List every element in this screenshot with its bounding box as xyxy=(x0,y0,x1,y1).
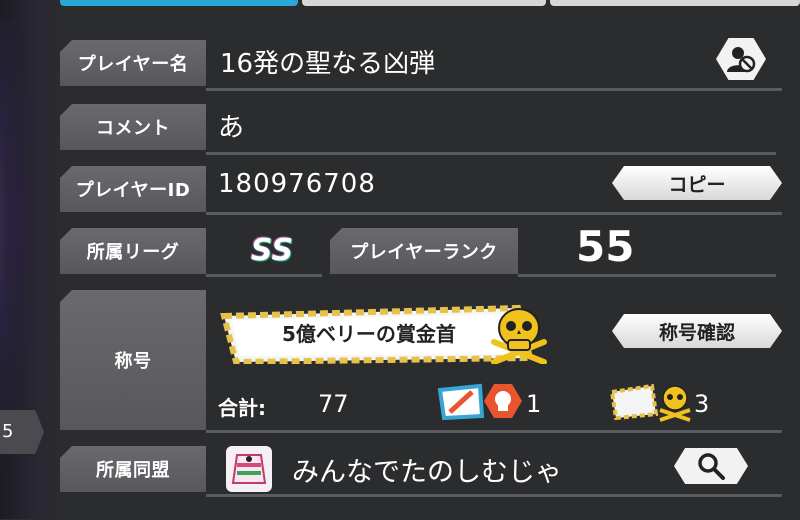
tab-active[interactable] xyxy=(60,0,298,6)
player-id-value: 180976708 xyxy=(218,169,376,199)
title-total-value: 77 xyxy=(318,390,349,418)
title-total-label: 合計: xyxy=(218,396,266,420)
copy-button[interactable]: コピー xyxy=(612,166,782,200)
player-id-label: プレイヤーID xyxy=(60,166,206,212)
divider xyxy=(206,152,776,155)
title-confirm-button[interactable]: 称号確認 xyxy=(612,314,782,348)
skull-icon xyxy=(491,308,547,364)
special-title-count: 1 xyxy=(526,390,542,418)
player-rank-label: プレイヤーランク xyxy=(330,228,518,274)
divider xyxy=(518,274,776,277)
divider xyxy=(206,494,782,497)
title-label: 称号 xyxy=(60,290,206,430)
player-name-label: プレイヤー名 xyxy=(60,40,206,86)
normal-title-count: 3 xyxy=(694,390,710,418)
alliance-search-button[interactable] xyxy=(674,448,748,484)
divider xyxy=(206,274,322,277)
alliance-label: 所属同盟 xyxy=(60,446,206,492)
special-title-badge-icon xyxy=(436,380,526,426)
league-badge: SS xyxy=(250,232,294,268)
normal-title-badge-icon xyxy=(608,380,694,426)
alliance-emblem-icon xyxy=(226,446,272,492)
league-label: 所属リーグ xyxy=(60,228,206,274)
alliance-value: みんなでたのしむじゃ xyxy=(292,457,562,488)
tab-second[interactable] xyxy=(302,0,546,6)
tab-third[interactable] xyxy=(550,0,800,6)
comment-label: コメント xyxy=(60,104,206,150)
divider xyxy=(206,88,782,91)
search-icon xyxy=(698,453,725,480)
current-title-banner[interactable]: 5億ベリーの賞金首 xyxy=(218,302,548,366)
player-name-value: 16発の聖なる凶弾 xyxy=(220,49,436,79)
divider xyxy=(206,430,782,433)
side-tab-number[interactable]: 5 xyxy=(0,410,44,454)
top-tabs xyxy=(60,0,800,8)
block-user-icon xyxy=(727,47,756,73)
block-user-button[interactable] xyxy=(716,38,766,80)
current-title-text: 5億ベリーの賞金首 xyxy=(282,322,456,346)
comment-value: あ xyxy=(218,113,245,143)
player-rank-value: 55 xyxy=(576,222,635,271)
divider xyxy=(206,212,782,215)
